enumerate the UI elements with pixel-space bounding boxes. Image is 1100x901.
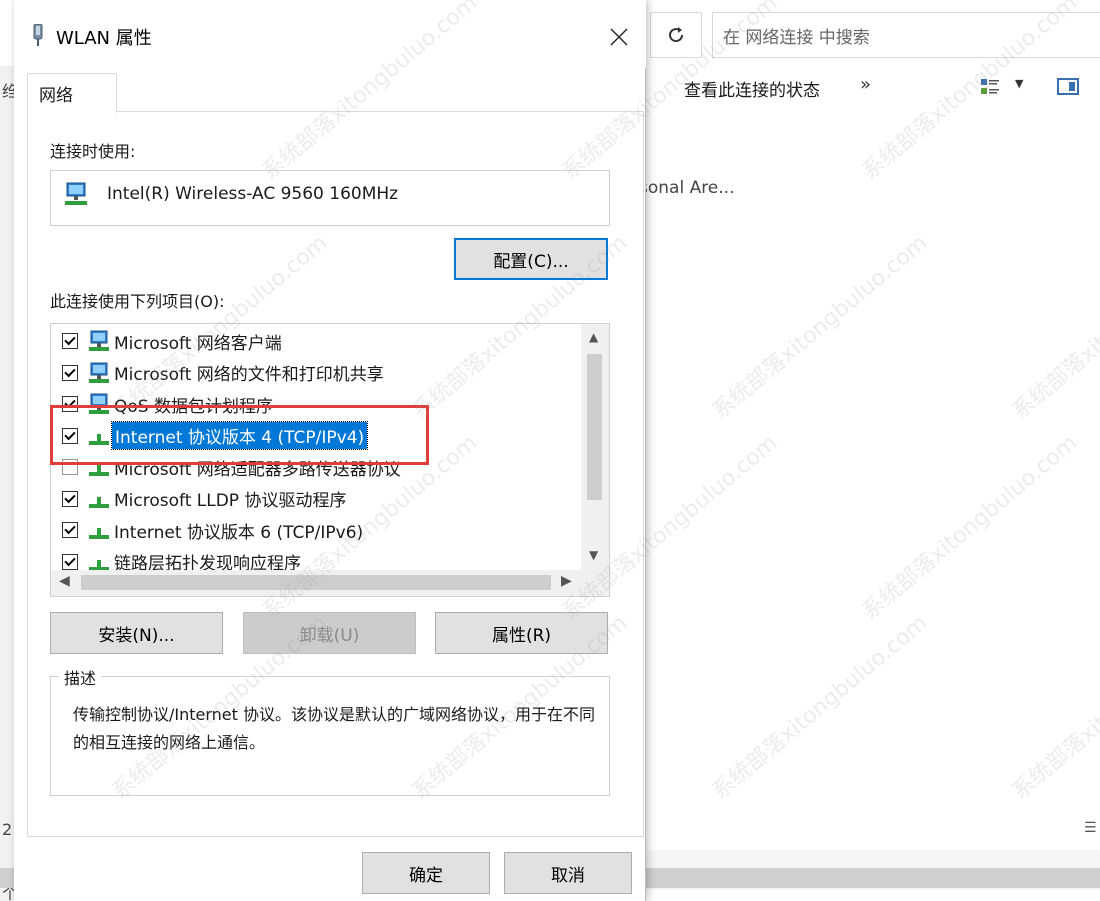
view-dropdown-icon[interactable]: ▼ [1015,77,1023,90]
details-view-icon[interactable]: ☰ [1084,820,1097,836]
list-item[interactable]: Internet 协议版本 6 (TCP/IPv6) [51,515,581,545]
item-checkbox[interactable] [62,490,78,507]
preview-pane-icon[interactable] [1057,78,1079,95]
list-item[interactable]: Microsoft 网络客户端 [51,326,581,356]
description-group: 传输控制协议/Internet 协议。该协议是默认的广域网络协议，用于在不同的相… [50,676,610,796]
ok-button[interactable]: 确定 [362,852,490,894]
left-edge-text: 2 [2,820,13,839]
protocol-icon [89,496,109,508]
install-button[interactable]: 安装(N)... [50,612,223,654]
item-checkbox[interactable] [62,522,78,538]
network-client-icon [89,330,109,351]
scroll-left-icon[interactable]: ◀ [59,573,70,589]
tab-network[interactable]: 网络 [27,73,117,113]
change-view-icon[interactable] [980,77,1000,97]
list-item-label: Microsoft 网络客户端 [114,333,282,354]
adapter-field: Intel(R) Wireless-AC 9560 160MHz [50,170,610,226]
search-input[interactable]: 在 网络连接 中搜索 [712,12,1100,58]
list-item-label: Internet 协议版本 6 (TCP/IPv6) [114,522,364,543]
refresh-icon [669,27,684,43]
list-item[interactable]: Microsoft 网络的文件和打印机共享 [51,358,581,388]
horizontal-scrollbar[interactable]: ◀ ▶ [51,570,609,596]
close-button[interactable] [602,20,636,54]
wlan-properties-dialog: WLAN 属性 网络 连接时使用: Intel(R) Wireless-AC 9… [14,0,646,901]
explorer-left-edge: 绉 2 个 [0,0,18,901]
protocol-icon [89,528,109,539]
refresh-button[interactable] [650,12,702,58]
adapter-name: Intel(R) Wireless-AC 9560 160MHz [107,184,399,204]
item-checkbox[interactable] [62,364,78,381]
more-commands-button[interactable]: » [860,74,871,95]
connection-item-text[interactable]: rsonal Are... [632,178,734,198]
dialog-titlebar[interactable]: WLAN 属性 [14,0,646,68]
wlan-adapter-icon [33,24,43,46]
network-client-icon [89,362,109,383]
description-title: 描述 [58,665,103,689]
dialog-title: WLAN 属性 [56,28,152,49]
vertical-scrollbar[interactable]: ▲ ▼ [581,324,609,570]
configure-button[interactable]: 配置(C)... [454,238,608,280]
scroll-right-icon[interactable]: ▶ [561,573,572,589]
items-label: 此连接使用下列项目(O): [50,292,225,311]
item-checkbox[interactable] [62,333,78,349]
item-checkbox[interactable] [62,553,78,570]
list-item-label: Microsoft 网络的文件和打印机共享 [114,365,384,385]
cancel-button[interactable]: 取消 [504,852,632,894]
scroll-up-icon[interactable]: ▲ [589,330,598,344]
uninstall-button[interactable]: 卸载(U) [243,612,416,654]
connect-using-label: 连接时使用: [50,142,136,161]
vertical-scroll-thumb[interactable] [587,354,602,500]
scroll-down-icon[interactable]: ▼ [589,548,598,562]
network-adapter-icon [65,182,87,205]
list-item[interactable]: Microsoft LLDP 协议驱动程序 [51,484,581,514]
highlight-annotation [50,405,429,465]
search-placeholder: 在 网络连接 中搜索 [723,27,870,48]
properties-button[interactable]: 属性(R) [435,612,608,654]
horizontal-scroll-thumb[interactable] [81,575,551,590]
list-item-label: Microsoft LLDP 协议驱动程序 [114,491,347,511]
close-icon [610,28,628,46]
view-connection-status-button[interactable]: 查看此连接的状态 [684,76,820,101]
description-text: 传输控制协议/Internet 协议。该协议是默认的广域网络协议，用于在不同的相… [73,705,596,752]
